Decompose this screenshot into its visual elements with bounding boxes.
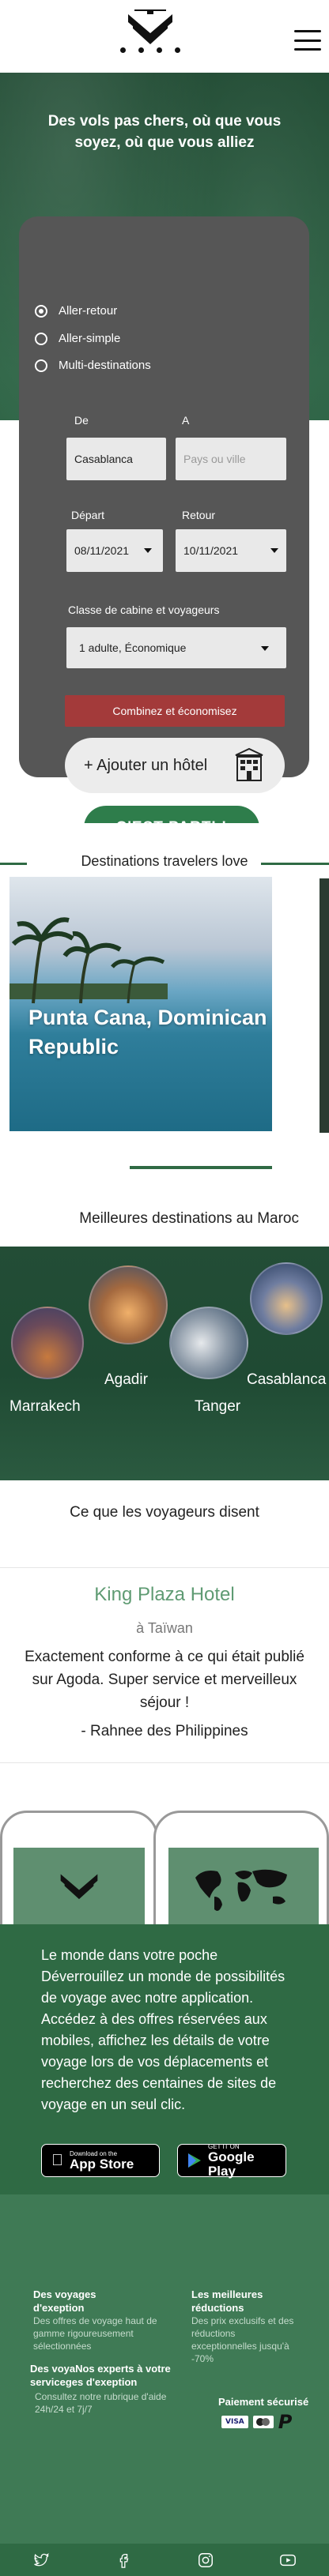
hero-title: Des vols pas chers, où que vous soyez, o… <box>47 113 282 151</box>
destinations-title: Destinations travelers love <box>81 853 248 869</box>
to-input[interactable]: Pays ou ville <box>176 438 286 480</box>
footer-col1-head[interactable]: Des voyages d'exeption <box>33 2288 128 2315</box>
submit-search-button[interactable]: C'EST PARTI ! <box>84 806 259 823</box>
combine-save-button[interactable]: Combinez et économisez <box>65 695 285 727</box>
visa-icon: VISA <box>221 2416 248 2428</box>
review-author: - Rahnee des Philippines <box>81 1723 248 1739</box>
reviews-title: Ce que les voyageurs disent <box>70 1504 259 1521</box>
caret-down-icon <box>144 548 152 553</box>
social-links <box>0 2544 329 2576</box>
mastercard-icon <box>252 2416 274 2428</box>
city-label[interactable]: Agadir <box>104 1371 148 1389</box>
instagram-icon[interactable] <box>197 2552 214 2569</box>
return-date-select[interactable]: 10/11/2021 <box>176 529 286 572</box>
google-big: Google Play <box>207 2149 255 2179</box>
radio-checked-icon[interactable] <box>35 304 47 318</box>
cabin-value: 1 adulte, Économique <box>79 641 187 654</box>
world-map-icon <box>195 1869 287 1911</box>
depart-date-value: 08/11/2021 <box>74 544 130 557</box>
footer-col1-sub: Des offres de voyage haut de gamme rigou… <box>33 2315 157 2352</box>
review-location: à Taïwan <box>136 1620 193 1636</box>
destination-city: Punta Cana, Dominican Republic <box>28 1006 267 1059</box>
city-label[interactable]: Casablanca <box>247 1371 326 1389</box>
chevron-emblem-icon <box>60 1874 98 1900</box>
app-promo-text: Le monde dans votre poche Déverrouillez … <box>41 1947 286 2112</box>
payment-icons: VISA P <box>221 2411 292 2433</box>
review-hotel[interactable]: King Plaza Hotel <box>0 1584 329 1606</box>
trip-type-oneway[interactable]: Aller-simple <box>35 332 120 345</box>
to-label: A <box>182 414 190 427</box>
from-input[interactable]: Casablanca <box>66 438 166 480</box>
marrakech-image[interactable] <box>11 1307 84 1379</box>
return-date-value: 10/11/2021 <box>183 544 239 557</box>
add-hotel-button[interactable]: + Ajouter un hôtel <box>65 738 285 793</box>
hamburger-menu-icon[interactable] <box>294 30 321 51</box>
section-divider <box>130 1166 272 1169</box>
footer-col2-head[interactable]: Les meilleures réductions <box>191 2288 294 2315</box>
google-play-icon <box>187 2153 201 2168</box>
agadir-image[interactable] <box>89 1265 168 1344</box>
logo-dots <box>120 47 180 53</box>
return-label: Retour <box>182 509 216 521</box>
caret-down-icon <box>270 548 278 553</box>
footer-col3-sub: Consultez notre rubrique d'aide 24h/24 e… <box>35 2391 167 2415</box>
add-hotel-label: + Ajouter un hôtel <box>84 756 208 774</box>
trip-type-multi[interactable]: Multi-destinations <box>35 359 151 372</box>
destination-card[interactable]: Punta Cana, Dominican Republic <box>9 877 272 1131</box>
caret-down-icon <box>261 646 269 651</box>
review-text: Exactement conforme à ce qui était publi… <box>25 1649 304 1711</box>
hotel-building-icon <box>235 747 263 781</box>
tanger-image[interactable] <box>169 1307 248 1379</box>
trip-type-label: Aller-simple <box>59 332 121 345</box>
footer-col2-sub: Des prix exclusifs et des réductions exc… <box>191 2315 294 2364</box>
site-footer: Des voyages d'exeption Des offres de voy… <box>0 2194 329 2576</box>
cabin-label: Classe de cabine et voyageurs <box>68 604 220 616</box>
city-label[interactable]: Tanger <box>195 1398 240 1416</box>
maroc-title: Meilleures destinations au Maroc <box>79 1210 299 1227</box>
review-card: King Plaza Hotel à Taïwan Exactement con… <box>0 1567 329 1763</box>
footer-col3-head[interactable]: Des voyaNos experts à votre serviceges d… <box>30 2362 188 2389</box>
flight-search-card <box>19 216 309 777</box>
site-header <box>0 0 329 73</box>
palm-trees-image <box>9 917 168 1004</box>
app-promo-band: Le monde dans votre poche Déverrouillez … <box>0 1924 329 2194</box>
from-label: De <box>74 414 89 427</box>
paypal-icon: P <box>278 2411 293 2433</box>
radio-icon[interactable] <box>35 332 47 345</box>
facebook-icon[interactable] <box>115 2552 132 2569</box>
app-store-big: App Store <box>58 2156 134 2172</box>
twitter-icon[interactable] <box>32 2552 50 2569</box>
depart-date-select[interactable]: 08/11/2021 <box>66 529 163 572</box>
hero-section: Des vols pas chers, où que vous soyez, o… <box>0 73 329 823</box>
apple-icon:  <box>51 2152 63 2170</box>
youtube-icon[interactable] <box>279 2552 297 2569</box>
maroc-destinations-band: Marrakech Agadir Tanger Casablanca <box>0 1247 329 1480</box>
phone-mockups <box>0 1811 329 1953</box>
cabin-travelers-select[interactable]: 1 adulte, Économique <box>66 627 286 668</box>
casablanca-image[interactable] <box>250 1262 323 1335</box>
google-play-button[interactable]: GET IT ON Google Play <box>177 2143 286 2179</box>
trip-type-label: Aller-retour <box>59 304 118 318</box>
trip-type-round[interactable]: Aller-retour <box>35 304 117 318</box>
app-store-button[interactable]:  Download on theApp Store <box>41 2144 160 2177</box>
trip-type-label: Multi-destinations <box>59 359 151 372</box>
footer-payment-head: Paiement sécurisé <box>218 2396 309 2408</box>
depart-label: Départ <box>71 509 105 521</box>
city-label[interactable]: Marrakech <box>9 1398 81 1416</box>
radio-icon[interactable] <box>35 359 47 372</box>
next-destination-card[interactable] <box>320 878 329 1133</box>
